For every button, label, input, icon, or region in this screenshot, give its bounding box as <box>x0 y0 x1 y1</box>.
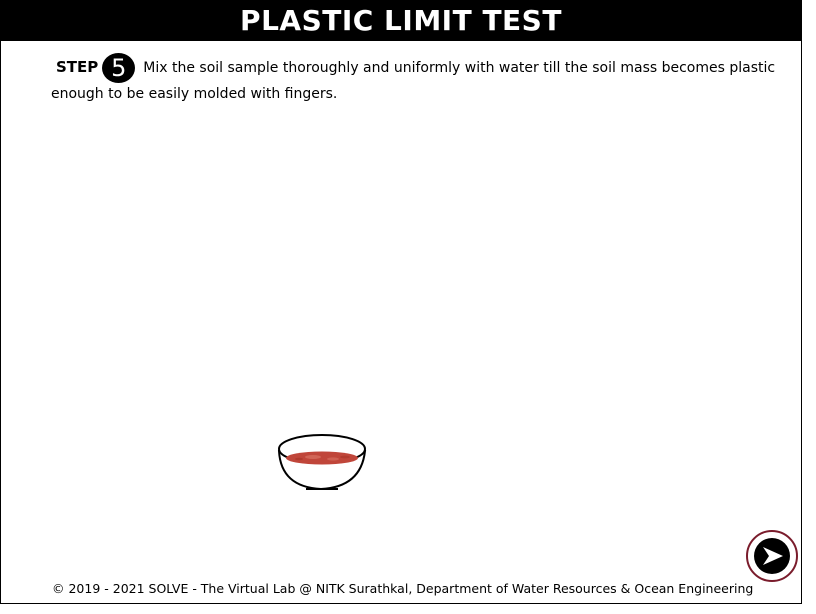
footer-copyright: © 2019 - 2021 SOLVE - The Virtual Lab @ … <box>52 581 754 596</box>
step-instruction-text: Mix the soil sample thoroughly and unifo… <box>51 60 776 102</box>
bowl-with-wet-soil-icon[interactable] <box>271 429 375 495</box>
step-number-badge: 5 <box>102 53 136 83</box>
page-title: PLASTIC LIMIT TEST <box>1 1 801 41</box>
next-button[interactable] <box>746 530 798 582</box>
step-instruction-block: STEP 5 Mix the soil sample thoroughly and … <box>51 53 791 105</box>
step-label: STEP <box>56 58 99 76</box>
lab-frame: PLASTIC LIMIT TEST STEP 5 Mix the soil sam… <box>0 0 802 604</box>
next-arrow-icon <box>754 538 790 574</box>
